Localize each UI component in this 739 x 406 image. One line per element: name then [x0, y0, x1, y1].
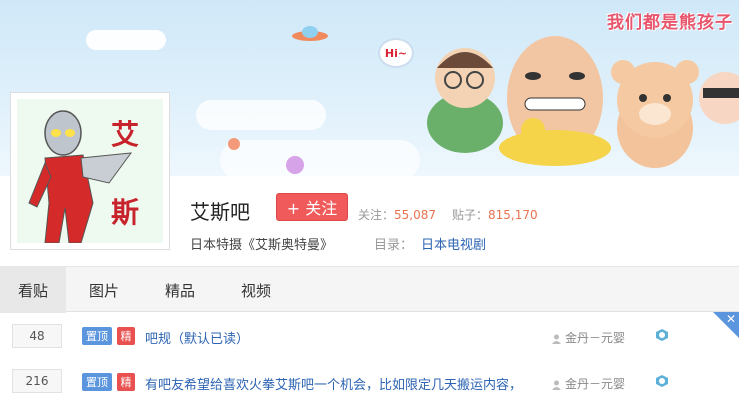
category-label: 目录： [374, 238, 414, 253]
followers-label: 关注： [358, 208, 395, 222]
forum-avatar-image: 艾 斯 [17, 99, 163, 243]
forum-tabs: 看贴 图片 精品 视频 [0, 266, 739, 313]
followers-count: 55,087 [394, 208, 437, 222]
author-name: 金丹－元婴 [565, 377, 626, 391]
user-icon [552, 334, 561, 344]
cloud-decoration [196, 100, 326, 130]
forum-avatar[interactable]: 艾 斯 [10, 92, 170, 250]
featured-tag: 精 [117, 373, 135, 391]
tab-posts[interactable]: 看贴 [0, 267, 66, 313]
category-link[interactable]: 日本电视剧 [421, 234, 486, 253]
user-icon [552, 380, 561, 390]
bubble-decoration [286, 156, 304, 174]
featured-tag: 精 [117, 327, 135, 345]
avatar-text-top: 艾 [111, 118, 140, 151]
follow-button[interactable]: + 关注 [276, 193, 348, 221]
posts-count: 815,170 [488, 208, 538, 222]
ufo-icon [292, 26, 328, 41]
member-badge-icon[interactable] [655, 374, 669, 388]
member-badge-icon[interactable] [655, 328, 669, 342]
author-name: 金丹－元婴 [565, 331, 626, 345]
forum-title[interactable]: 艾斯吧 [190, 196, 250, 225]
posts-label: 贴子： [452, 208, 489, 222]
tab-images[interactable]: 图片 [72, 267, 136, 313]
thread-row[interactable]: 216 置顶 精 有吧友希望给喜欢火拳艾斯吧一个机会，比如限定几天搬运内容， 金… [0, 360, 739, 404]
followers-stat: 关注：55,087 [358, 206, 436, 223]
tab-videos[interactable]: 视频 [224, 267, 288, 313]
posts-stat: 贴子：815,170 [452, 206, 538, 223]
cartoon-characters-illustration [427, 36, 739, 168]
pinned-tag: 置顶 [82, 373, 112, 391]
bubble-decoration [228, 138, 240, 150]
pinned-tag: 置顶 [82, 327, 112, 345]
reply-count: 216 [12, 369, 62, 393]
banner-slogan: 我们都是熊孩子 [607, 13, 733, 33]
reply-count: 48 [12, 324, 62, 348]
tab-featured[interactable]: 精品 [148, 267, 212, 313]
thread-row[interactable]: 48 置顶 精 吧规（默认已读） 金丹－元婴 [0, 314, 739, 358]
thread-author[interactable]: 金丹－元婴 [552, 375, 625, 392]
thread-title[interactable]: 吧规（默认已读） [145, 328, 537, 347]
cloud-decoration [220, 140, 420, 176]
avatar-text-bottom: 斯 [111, 196, 140, 229]
thread-title[interactable]: 有吧友希望给喜欢火拳艾斯吧一个机会，比如限定几天搬运内容， [145, 374, 537, 393]
forum-description: 日本特摄《艾斯奥特曼》 [190, 238, 334, 253]
thread-author[interactable]: 金丹－元婴 [552, 329, 625, 346]
cloud-decoration [86, 30, 166, 50]
